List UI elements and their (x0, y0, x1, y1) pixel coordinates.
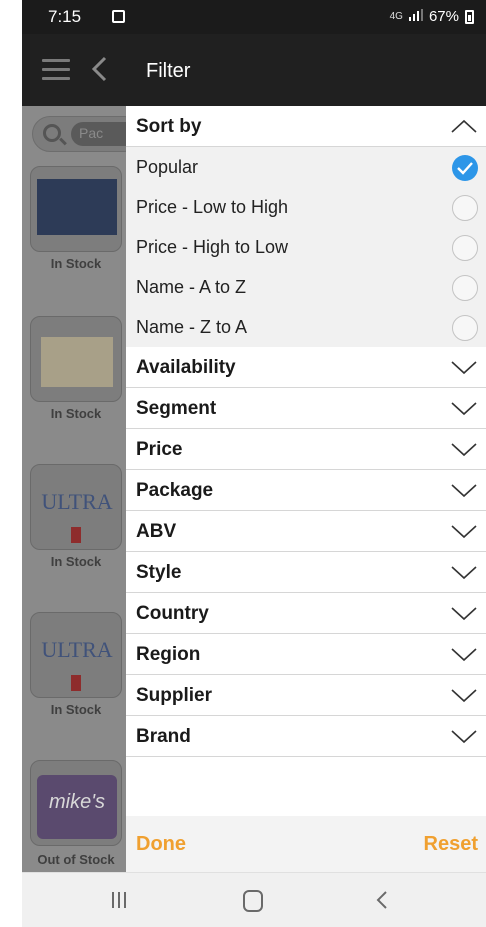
chevron-down-icon (450, 441, 478, 457)
section-country[interactable]: Country (126, 593, 486, 634)
check-icon[interactable] (452, 155, 478, 181)
product-image (30, 166, 122, 252)
section-style[interactable]: Style (126, 552, 486, 593)
done-button[interactable]: Done (136, 833, 186, 856)
battery-icon (465, 9, 474, 24)
chevron-down-icon (450, 564, 478, 580)
chevron-up-icon (450, 118, 478, 134)
home-icon[interactable] (243, 890, 263, 912)
network-icon: 4G (389, 11, 403, 22)
product-image: ULTRA (30, 612, 122, 698)
product-image: mike's (30, 760, 122, 846)
section-label: Country (136, 603, 209, 624)
reset-button[interactable]: Reset (424, 833, 478, 856)
section-label: Supplier (136, 685, 213, 706)
filter-footer: Done Reset (126, 816, 486, 872)
status-bar: 7:15 4G 67% (22, 0, 486, 34)
option-label: Price - Low to High (136, 197, 289, 217)
chevron-down-icon (450, 400, 478, 416)
chevron-down-icon (450, 523, 478, 539)
stock-label: In Stock (50, 702, 102, 717)
stock-label: In Stock (50, 406, 102, 421)
product-image (30, 316, 122, 402)
option-label: Name - A to Z (136, 277, 247, 297)
section-label: ABV (136, 521, 177, 542)
sort-option-price-high-low[interactable]: Price - High to Low (126, 227, 486, 267)
status-right: 4G 67% (390, 8, 474, 25)
product-card: In Stock (30, 166, 122, 306)
stock-label: Out of Stock (37, 852, 115, 867)
section-supplier[interactable]: Supplier (126, 675, 486, 716)
product-logo: ULTRA (41, 637, 113, 662)
chevron-down-icon (450, 482, 478, 498)
section-label: Style (136, 562, 182, 583)
section-label: Region (136, 644, 201, 665)
battery-percent: 67% (428, 8, 459, 25)
status-time: 7:15 (48, 7, 82, 26)
radio-icon[interactable] (452, 275, 478, 301)
section-label: Brand (136, 726, 191, 747)
notification-icon (112, 10, 125, 23)
search-icon (43, 124, 61, 142)
back-arrow-icon[interactable] (90, 56, 110, 82)
sort-option-popular[interactable]: Popular (126, 147, 486, 187)
option-label: Popular (136, 157, 199, 177)
section-label: Price (136, 439, 183, 460)
section-abv[interactable]: ABV (126, 511, 486, 552)
section-package[interactable]: Package (126, 470, 486, 511)
back-icon[interactable] (374, 889, 390, 911)
chevron-down-icon (450, 687, 478, 703)
sort-option-price-low-high[interactable]: Price - Low to High (126, 187, 486, 227)
product-card: ULTRA In Stock (30, 464, 122, 604)
recent-apps-icon[interactable] (112, 892, 130, 910)
section-label: Segment (136, 398, 217, 419)
section-availability[interactable]: Availability (126, 347, 486, 388)
radio-icon[interactable] (452, 315, 478, 341)
chevron-down-icon (450, 646, 478, 662)
sort-option-name-z-a[interactable]: Name - Z to A (126, 307, 486, 347)
product-image: ULTRA (30, 464, 122, 550)
product-card: In Stock (30, 316, 122, 456)
radio-icon[interactable] (452, 235, 478, 261)
option-label: Price - High to Low (136, 237, 289, 257)
signal-icon (408, 8, 423, 25)
section-price[interactable]: Price (126, 429, 486, 470)
app-bar: Filter (22, 34, 486, 106)
chevron-down-icon (450, 605, 478, 621)
section-label: Availability (136, 357, 236, 378)
sort-option-name-a-z[interactable]: Name - A to Z (126, 267, 486, 307)
system-nav-bar (22, 872, 486, 927)
menu-icon[interactable] (42, 59, 70, 81)
section-sort-by[interactable]: Sort by (126, 106, 486, 147)
section-label: Package (136, 480, 214, 501)
product-list-background: Pac In Stock In Stock ULTRA In Stock ULT… (22, 106, 142, 872)
chevron-down-icon (450, 728, 478, 744)
page-title: Filter (146, 60, 191, 82)
stock-label: In Stock (50, 256, 102, 271)
product-logo: ULTRA (41, 489, 113, 514)
section-brand[interactable]: Brand (126, 716, 486, 757)
section-region[interactable]: Region (126, 634, 486, 675)
section-label: Sort by (136, 116, 202, 137)
stock-label: In Stock (50, 554, 102, 569)
option-label: Name - Z to A (136, 317, 248, 337)
product-card: ULTRA In Stock (30, 612, 122, 752)
radio-icon[interactable] (452, 195, 478, 221)
section-segment[interactable]: Segment (126, 388, 486, 429)
filter-panel: Sort by Popular Price - Low to High Pric… (126, 106, 486, 872)
screen: 7:15 4G 67% Filter Pac In Stock In Stock… (22, 0, 486, 927)
chevron-down-icon (450, 359, 478, 375)
product-logo: mike's (37, 775, 117, 839)
